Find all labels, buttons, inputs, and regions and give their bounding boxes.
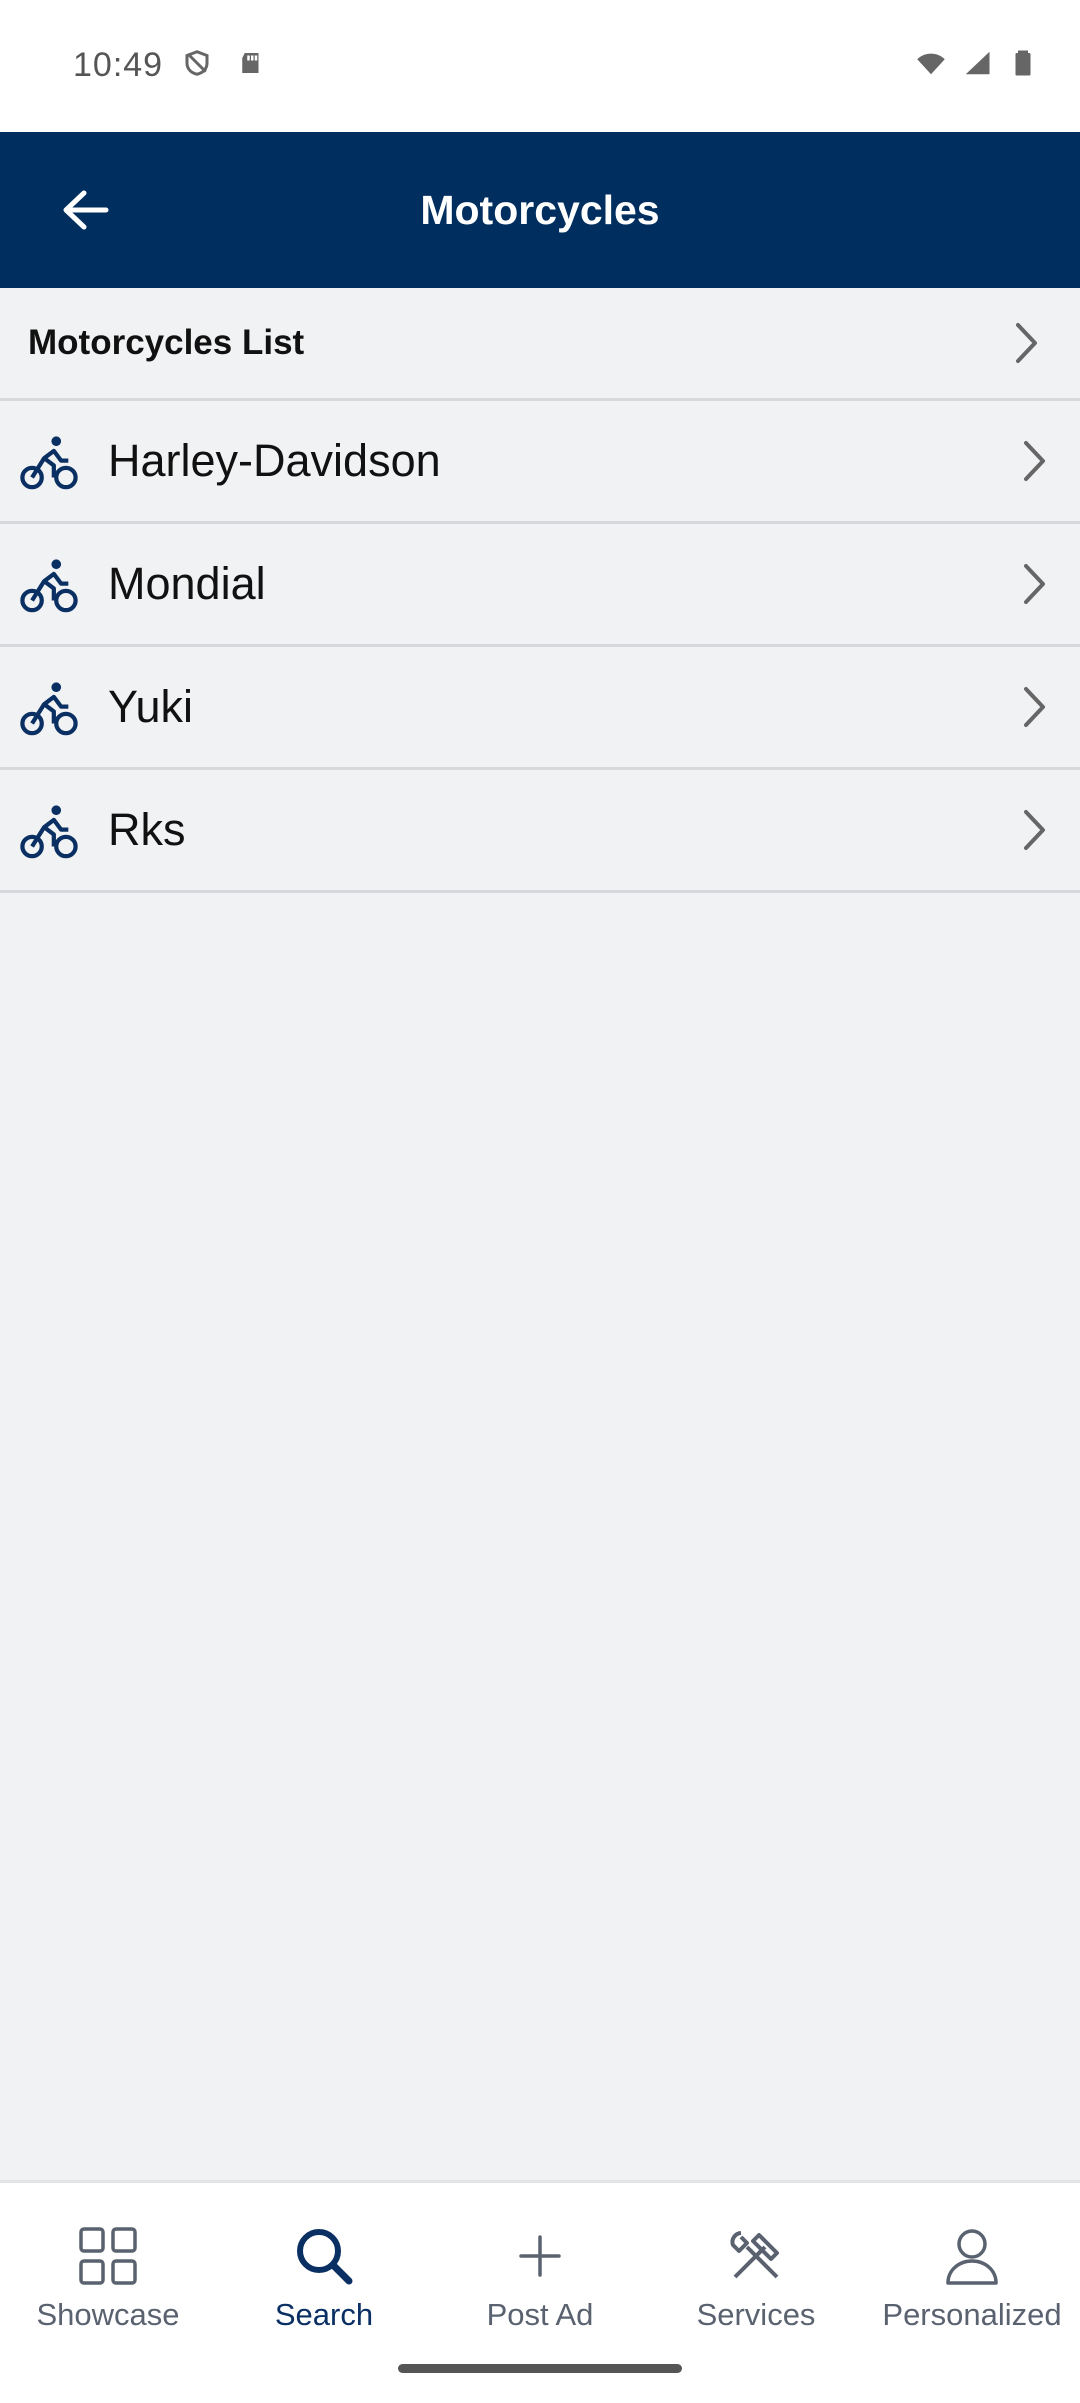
arrow-back-icon <box>63 190 109 230</box>
grid-icon <box>79 2227 137 2285</box>
list-item-rks[interactable]: Rks <box>0 770 1080 893</box>
chevron-right-icon <box>1024 687 1045 727</box>
status-bar: 10:49 <box>0 0 1080 132</box>
list-item-mondial[interactable]: Mondial <box>0 524 1080 647</box>
nav-services[interactable]: Services <box>648 2183 864 2363</box>
nav-personalized[interactable]: Personalized <box>864 2183 1080 2363</box>
list-item-label: Mondial <box>108 558 266 609</box>
list-item-label: Rks <box>108 804 186 855</box>
wifi-icon <box>917 53 945 75</box>
chevron-right-icon <box>1024 564 1045 604</box>
list-item-label: Harley-Davidson <box>108 435 441 486</box>
nav-label: Search <box>274 2297 374 2332</box>
back-button[interactable] <box>40 172 130 248</box>
sd-card-icon <box>242 53 259 73</box>
bike-icon <box>20 682 78 736</box>
brand-list: Motorcycles List Harley-Davidson Mondial <box>0 288 1080 893</box>
person-icon <box>946 2229 998 2285</box>
plus-icon <box>519 2235 561 2277</box>
app-bar: Motorcycles <box>0 132 1080 288</box>
chevron-right-icon <box>1024 441 1045 481</box>
list-item-harley-davidson[interactable]: Harley-Davidson <box>0 401 1080 524</box>
page-title: Motorcycles <box>420 186 660 233</box>
nav-label: Showcase <box>36 2297 180 2332</box>
home-indicator[interactable] <box>398 2364 682 2373</box>
list-item-label: Yuki <box>108 681 194 732</box>
tools-icon <box>730 2231 779 2279</box>
bike-icon <box>20 805 78 859</box>
list-item-yuki[interactable]: Yuki <box>0 647 1080 770</box>
bike-icon <box>20 559 78 613</box>
shield-icon <box>185 50 209 76</box>
bike-icon <box>20 436 78 490</box>
nav-label: Services <box>696 2297 816 2332</box>
signal-icon <box>965 51 990 75</box>
nav-search[interactable]: Search <box>216 2183 432 2363</box>
status-time: 10:49 <box>73 46 164 84</box>
nav-label: Personalized <box>882 2297 1062 2332</box>
motorcycles-list-header[interactable]: Motorcycles List <box>0 288 1080 401</box>
nav-post-ad[interactable]: Post Ad <box>432 2183 648 2363</box>
search-icon <box>297 2229 353 2285</box>
list-header-label: Motorcycles List <box>28 323 305 362</box>
battery-icon <box>1015 50 1031 76</box>
nav-label: Post Ad <box>486 2297 594 2332</box>
chevron-right-icon <box>1024 810 1045 850</box>
nav-showcase[interactable]: Showcase <box>0 2183 216 2363</box>
chevron-right-icon <box>1016 323 1037 363</box>
